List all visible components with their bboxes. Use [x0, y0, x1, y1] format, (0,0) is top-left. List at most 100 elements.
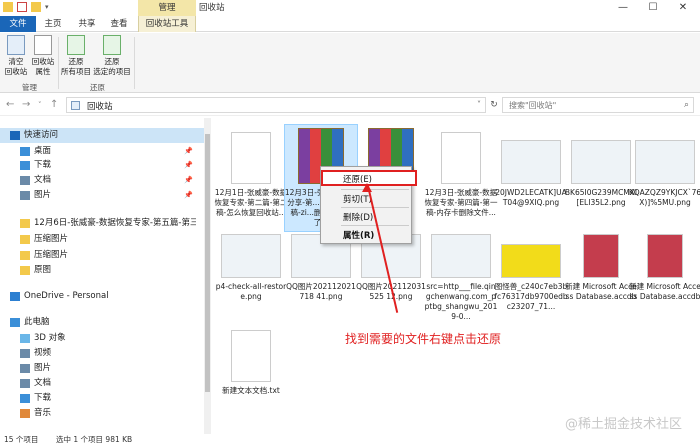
sidebar-item-label: 桌面	[34, 146, 52, 156]
pin-icon: 📌	[184, 191, 193, 199]
ribbon-tabs: 文件 主页 共享 查看 回收站工具 ˅ ?	[0, 16, 700, 45]
cloud-icon	[10, 292, 20, 301]
document-icon	[231, 132, 271, 184]
new-folder-icon[interactable]	[31, 2, 41, 12]
tab-file[interactable]: 文件	[0, 16, 36, 32]
window-title: 回收站	[199, 3, 225, 13]
sidebar-item[interactable]: 下载	[0, 391, 205, 406]
sidebar-item[interactable]: 图片	[0, 361, 205, 376]
file-name: src=http___file.qingchenwang.com_pptbg_s…	[424, 282, 498, 321]
documents-icon	[20, 176, 30, 185]
restore-all-button[interactable]: 还原 所有项目	[60, 35, 92, 77]
sidebar-item[interactable]: 音乐	[0, 406, 205, 421]
sidebar-scrollbar[interactable]	[204, 118, 211, 434]
menu-item-cut[interactable]: 剪切(T)	[343, 193, 372, 205]
scrollbar-thumb[interactable]	[205, 134, 210, 392]
sidebar-item-label: 12月6日-张威豪-数据恢复专家-第五篇-第三稿-回	[34, 218, 196, 228]
recent-locations-button[interactable]: ˅	[38, 101, 42, 109]
group-label-manage: 管理	[22, 83, 37, 92]
tab-view[interactable]: 查看	[104, 16, 134, 32]
sidebar-item-label: 图片	[34, 190, 52, 200]
file-name: 新建 Microsoft Access Database.accdb	[629, 282, 700, 301]
close-button[interactable]: ✕	[668, 0, 698, 16]
recycle-bin-properties-label: 回收站 属性	[31, 57, 55, 76]
document-icon	[231, 330, 271, 382]
restore-all-icon	[67, 35, 85, 55]
sidebar-item[interactable]: 压缩图片	[0, 248, 205, 263]
sidebar-item[interactable]: 图片 📌	[0, 188, 205, 203]
sidebar-item[interactable]: 视频	[0, 346, 205, 361]
item-count: 15 个项目	[4, 435, 39, 444]
document-icon	[441, 132, 481, 184]
image-thumbnail	[431, 234, 491, 278]
menu-separator	[341, 225, 409, 226]
sidebar-item[interactable]: 桌面 📌	[0, 144, 205, 159]
search-icon: ⌕	[683, 100, 689, 110]
file-name: KQAZQZ9YKJCX`76X)]%5MU.png	[628, 188, 700, 207]
forward-button[interactable]: →	[22, 99, 30, 110]
sidebar-item[interactable]: 压缩图片	[0, 232, 205, 247]
minimize-button[interactable]: —	[608, 0, 638, 16]
image-thumbnail	[221, 234, 281, 278]
address-box[interactable]: 回收站 ˅	[66, 97, 486, 113]
sidebar-item[interactable]: 文档	[0, 376, 205, 391]
properties-icon	[34, 35, 52, 55]
up-button[interactable]: ↑	[50, 99, 58, 110]
tab-share[interactable]: 共享	[72, 16, 102, 32]
maximize-button[interactable]: ☐	[638, 0, 668, 16]
sidebar-item[interactable]: OneDrive - Personal	[0, 289, 205, 304]
properties-icon[interactable]	[17, 2, 27, 12]
tab-home[interactable]: 主页	[38, 16, 68, 32]
back-button[interactable]: ←	[6, 99, 14, 110]
pin-icon: 📌	[184, 147, 193, 155]
sidebar-item-label: 视频	[34, 348, 52, 358]
sidebar-item[interactable]: 文档 📌	[0, 173, 205, 188]
group-separator	[58, 37, 59, 89]
file-name: 新建 Microsoft Access Database.accdb	[565, 282, 637, 301]
tab-recycle-bin-tools[interactable]: 回收站工具	[138, 16, 196, 32]
explorer-window: ▾ 管理 回收站 — ☐ ✕ 文件 主页 共享 查看 回收站工具 ˅ ? 清空 …	[0, 0, 700, 446]
pictures-icon	[20, 364, 30, 373]
access-database-icon	[583, 234, 619, 278]
sidebar-item-label: 压缩图片	[34, 234, 69, 244]
restore-selected-button[interactable]: 还原 选定的项目	[92, 35, 132, 77]
watermark: @稀土掘金技术社区	[564, 417, 682, 432]
sidebar-item[interactable]: 12月6日-张威豪-数据恢复专家-第五篇-第三稿-回	[0, 216, 205, 231]
sidebar-item-label: 下载	[34, 393, 52, 403]
sidebar-item[interactable]: 此电脑	[0, 315, 205, 330]
refresh-button[interactable]: ↻	[488, 97, 500, 113]
file-name: 20JWD2LECATK]UAT04@9XIQ.png	[495, 188, 567, 207]
restore-selected-icon	[103, 35, 121, 55]
folder-icon	[20, 235, 30, 244]
menu-item-delete[interactable]: 删除(D)	[343, 211, 373, 223]
image-thumbnail	[635, 140, 695, 184]
folder-icon	[20, 251, 30, 260]
sidebar-item[interactable]: 快速访问	[0, 128, 205, 143]
file-name: p4-check-all-restore.png	[215, 282, 287, 301]
menu-separator	[341, 189, 409, 190]
search-box[interactable]: 搜索"回收站" ⌕	[502, 97, 694, 113]
sidebar-item[interactable]: 3D 对象	[0, 331, 205, 346]
file-list: 12月1日-张威豪-数据恢复专家-第二篇-第二稿-怎么恢复回收站... 12月3日…	[212, 118, 700, 434]
menu-separator	[341, 207, 409, 208]
breadcrumb[interactable]: 回收站	[87, 100, 113, 112]
file-name: 12月1日-张威豪-数据恢复专家-第二篇-第二稿-怎么恢复回收站...	[214, 188, 288, 217]
file-name: QQ图片202112021718 41.png	[286, 282, 356, 301]
restore-selected-label: 还原 选定的项目	[93, 57, 131, 76]
manage-context-tab: 管理	[138, 0, 196, 16]
app-icon	[3, 2, 13, 12]
selection-info: 选中 1 个项目 981 KB	[56, 435, 133, 444]
menu-item-properties[interactable]: 属性(R)	[343, 229, 374, 241]
sidebar-item-label: 原图	[34, 265, 52, 275]
recycle-bin-properties-button[interactable]: 回收站 属性	[30, 35, 56, 77]
cube-icon	[20, 334, 30, 343]
file-name: 图怪兽_c240c7eb3bfc76317db9700edbc23207_71.…	[494, 282, 568, 311]
sidebar-item[interactable]: 下载 📌	[0, 158, 205, 173]
empty-recycle-bin-button[interactable]: 清空 回收站	[3, 35, 29, 77]
ribbon: 清空 回收站 回收站 属性 还原 所有项目 还原 选定的项目 管理 还原	[0, 33, 700, 93]
chevron-down-icon[interactable]: ˅	[477, 100, 481, 109]
search-placeholder: 搜索"回收站"	[509, 101, 557, 110]
chevron-down-icon[interactable]: ▾	[45, 2, 55, 12]
sidebar-item[interactable]: 原图	[0, 263, 205, 278]
desktop-icon	[20, 147, 30, 156]
